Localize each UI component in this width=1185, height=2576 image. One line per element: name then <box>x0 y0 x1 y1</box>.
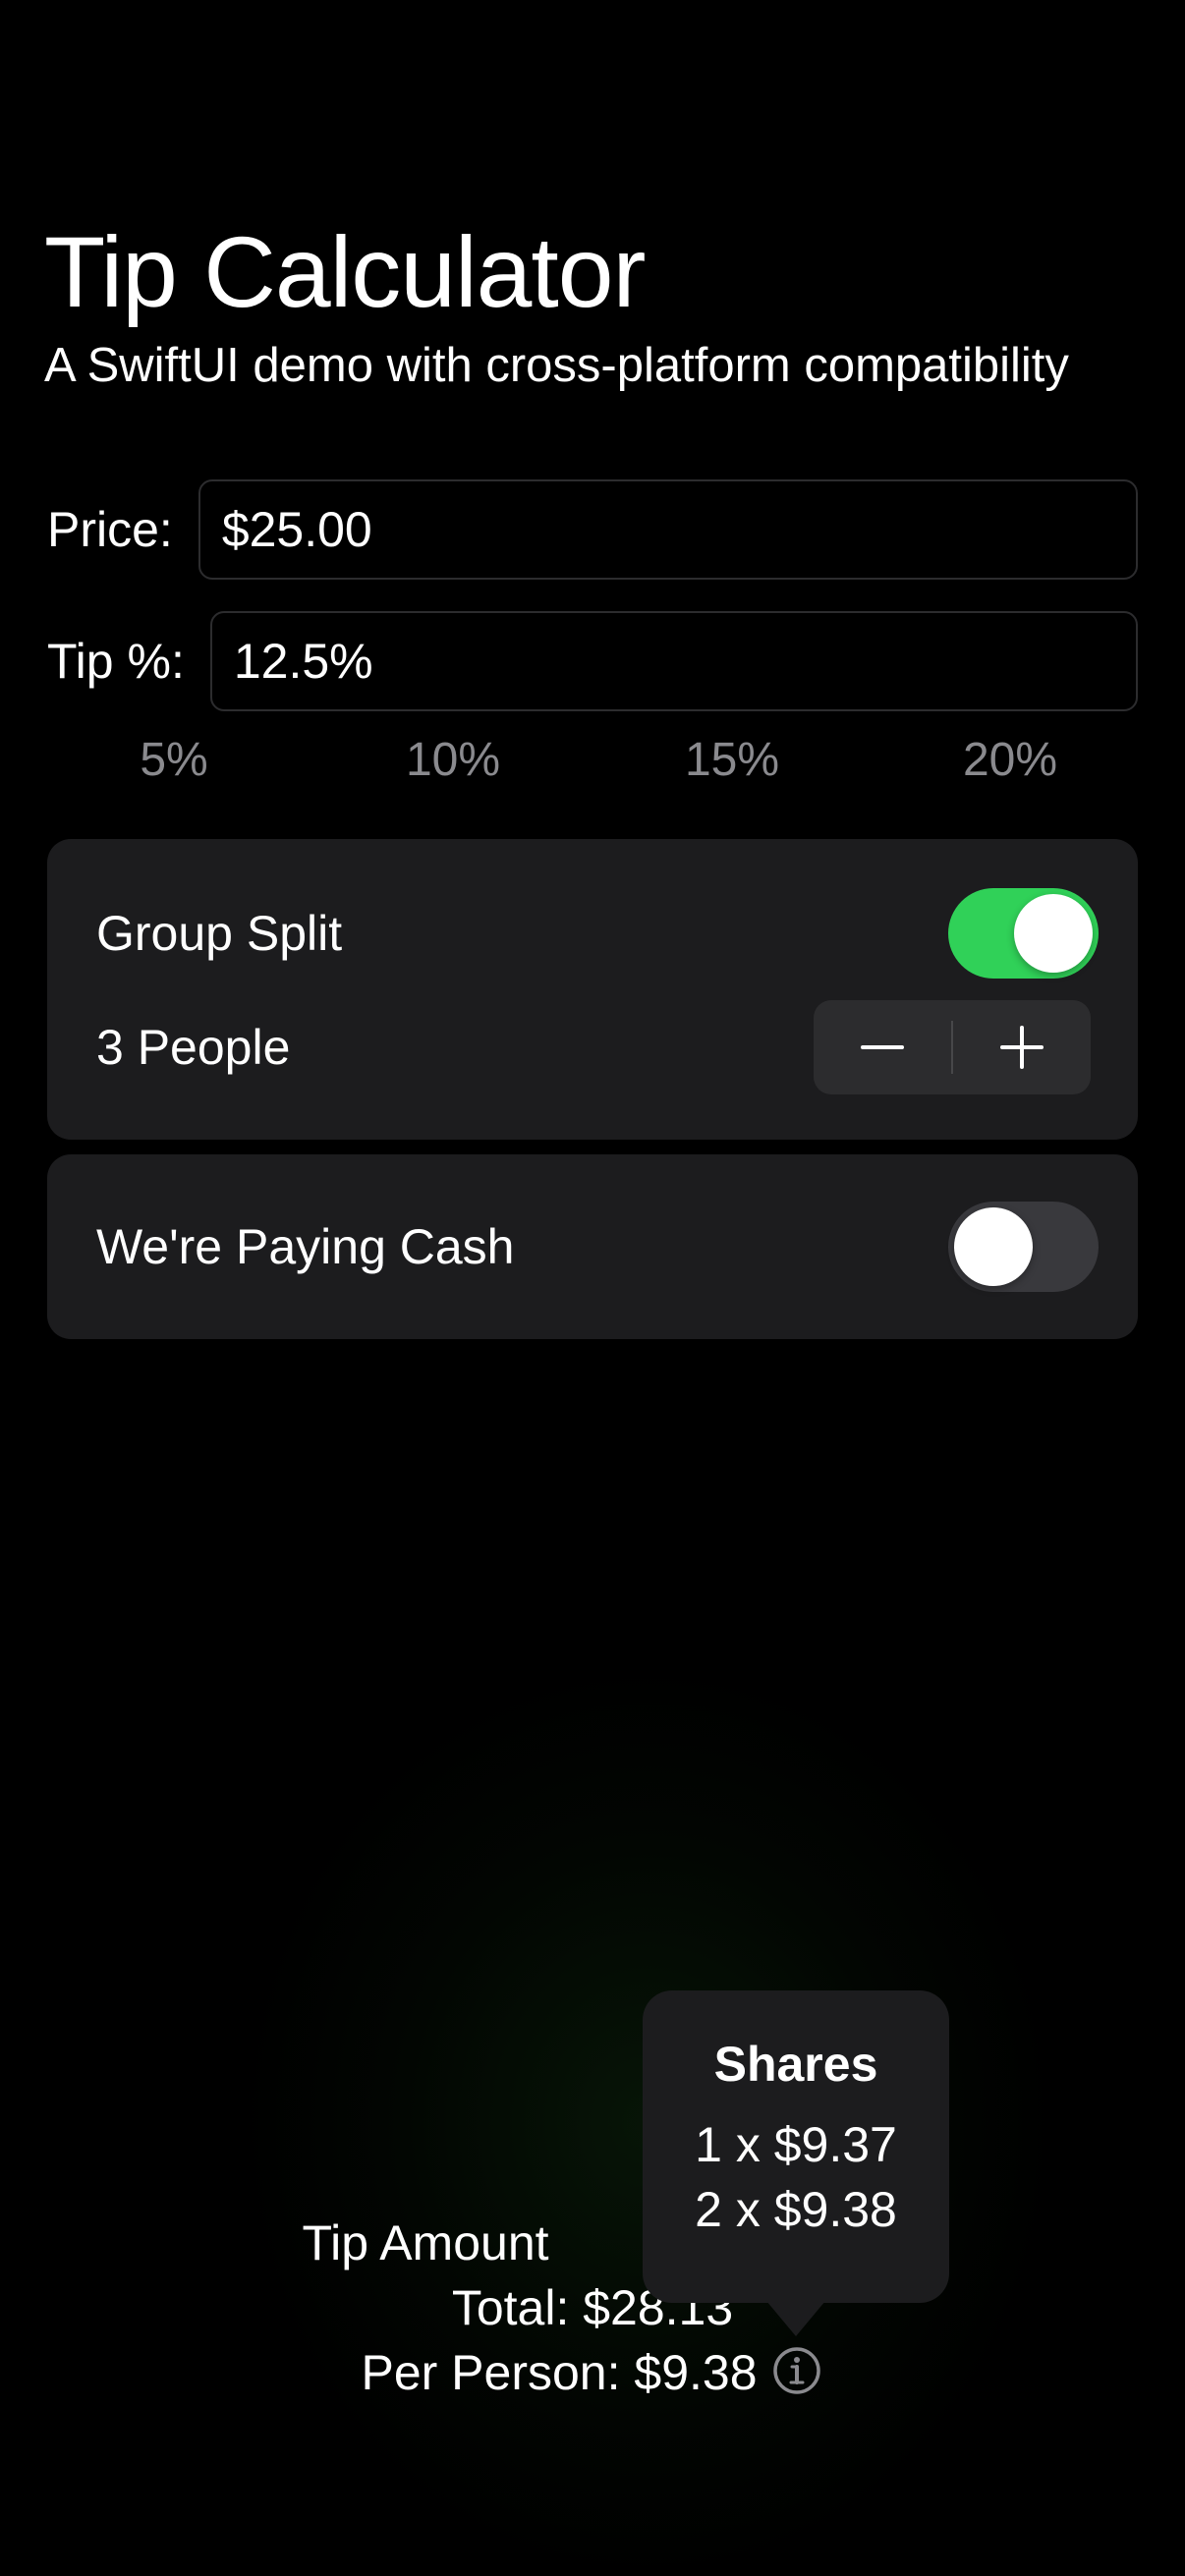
price-label: Price: <box>47 502 173 557</box>
per-person-text: Per Person: $9.38 <box>361 2345 758 2400</box>
price-row: Price: <box>47 479 1138 580</box>
tip-preset-20[interactable]: 20% <box>963 733 1057 787</box>
price-input[interactable] <box>198 479 1138 580</box>
tip-preset-15[interactable]: 15% <box>685 733 779 787</box>
shares-popover: Shares 1 x $9.37 2 x $9.38 <box>643 1990 949 2336</box>
group-split-card: Group Split 3 People <box>47 839 1138 1140</box>
cash-label: We're Paying Cash <box>96 1219 515 1274</box>
tip-amount-text: Tip Amount <box>302 2215 549 2270</box>
cash-card: We're Paying Cash <box>47 1154 1138 1339</box>
page-title: Tip Calculator <box>44 216 646 328</box>
plus-icon <box>1000 1026 1044 1069</box>
tip-preset-5[interactable]: 5% <box>140 733 207 787</box>
people-stepper <box>814 1000 1091 1094</box>
tip-input[interactable] <box>209 611 1138 711</box>
group-split-label: Group Split <box>96 906 343 961</box>
toggle-knob <box>954 1207 1033 1286</box>
decrement-button[interactable] <box>814 1000 951 1094</box>
tip-label: Tip %: <box>47 634 185 689</box>
minus-icon <box>861 1045 904 1049</box>
toggle-knob <box>1014 894 1093 973</box>
group-split-toggle[interactable] <box>948 888 1099 979</box>
results-section: Tip Amount Total: $28.13 Per Person: $9.… <box>0 2211 1185 2405</box>
popover-title: Shares <box>713 2037 878 2092</box>
tip-preset-10[interactable]: 10% <box>406 733 500 787</box>
info-icon[interactable] <box>772 2346 821 2395</box>
page-subtitle: A SwiftUI demo with cross-platform compa… <box>44 339 1069 392</box>
tip-presets: 5% 10% 15% 20% <box>47 733 1138 792</box>
tip-row: Tip %: <box>47 611 1138 711</box>
share-line: 1 x $9.37 <box>695 2117 897 2172</box>
total-text: Total: $28.13 <box>451 2280 734 2335</box>
increment-button[interactable] <box>953 1000 1091 1094</box>
share-line: 2 x $9.38 <box>695 2182 897 2237</box>
cash-toggle[interactable] <box>948 1202 1099 1292</box>
people-count-label: 3 People <box>96 1020 291 1075</box>
